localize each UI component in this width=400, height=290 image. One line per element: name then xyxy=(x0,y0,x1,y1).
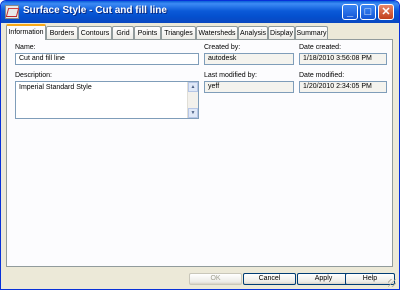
tab-display[interactable]: Display xyxy=(268,26,295,39)
minimize-button[interactable]: _ xyxy=(342,4,358,20)
date-modified-label: Date modified: xyxy=(299,72,345,79)
description-field[interactable]: Imperial Standard Style ▲ ▼ xyxy=(15,81,199,119)
tab-analysis[interactable]: Analysis xyxy=(238,26,268,39)
title-bar[interactable]: Surface Style - Cut and fill line _ □ ✕ xyxy=(1,1,399,23)
tab-contours[interactable]: Contours xyxy=(78,26,112,39)
description-label: Description: xyxy=(15,72,52,79)
created-by-label: Created by: xyxy=(204,44,241,51)
ok-button[interactable]: OK xyxy=(189,273,242,285)
name-field[interactable]: Cut and fill line xyxy=(15,53,199,65)
description-scrollbar[interactable]: ▲ ▼ xyxy=(187,82,198,118)
information-panel: Name: Cut and fill line Description: Imp… xyxy=(6,39,393,267)
tab-watersheds[interactable]: Watersheds xyxy=(196,26,238,39)
last-modified-by-field[interactable]: yeff xyxy=(204,81,294,93)
tab-information[interactable]: Information xyxy=(6,24,46,40)
tab-summary[interactable]: Summary xyxy=(295,26,328,39)
window-title: Surface Style - Cut and fill line xyxy=(23,5,167,16)
tab-points[interactable]: Points xyxy=(134,26,161,39)
tab-triangles[interactable]: Triangles xyxy=(161,26,196,39)
cancel-button[interactable]: Cancel xyxy=(243,273,296,285)
maximize-button[interactable]: □ xyxy=(360,4,376,20)
tab-grid[interactable]: Grid xyxy=(112,26,134,39)
scroll-down-arrow-icon[interactable]: ▼ xyxy=(188,108,198,118)
resize-grip-icon[interactable] xyxy=(388,279,396,287)
tab-borders[interactable]: Borders xyxy=(46,26,78,39)
dialog-window: Surface Style - Cut and fill line _ □ ✕ … xyxy=(0,0,400,290)
name-label: Name: xyxy=(15,44,36,51)
close-button[interactable]: ✕ xyxy=(378,4,394,20)
description-text: Imperial Standard Style xyxy=(19,84,92,91)
scroll-up-arrow-icon[interactable]: ▲ xyxy=(188,82,198,92)
date-created-label: Date created: xyxy=(299,44,342,51)
created-by-field[interactable]: autodesk xyxy=(204,53,294,65)
date-created-field[interactable]: 1/18/2010 3:56:08 PM xyxy=(299,53,387,65)
apply-button[interactable]: Apply xyxy=(297,273,350,285)
surface-style-icon xyxy=(5,5,19,19)
last-modified-by-label: Last modified by: xyxy=(204,72,257,79)
date-modified-field[interactable]: 1/20/2010 2:34:05 PM xyxy=(299,81,387,93)
